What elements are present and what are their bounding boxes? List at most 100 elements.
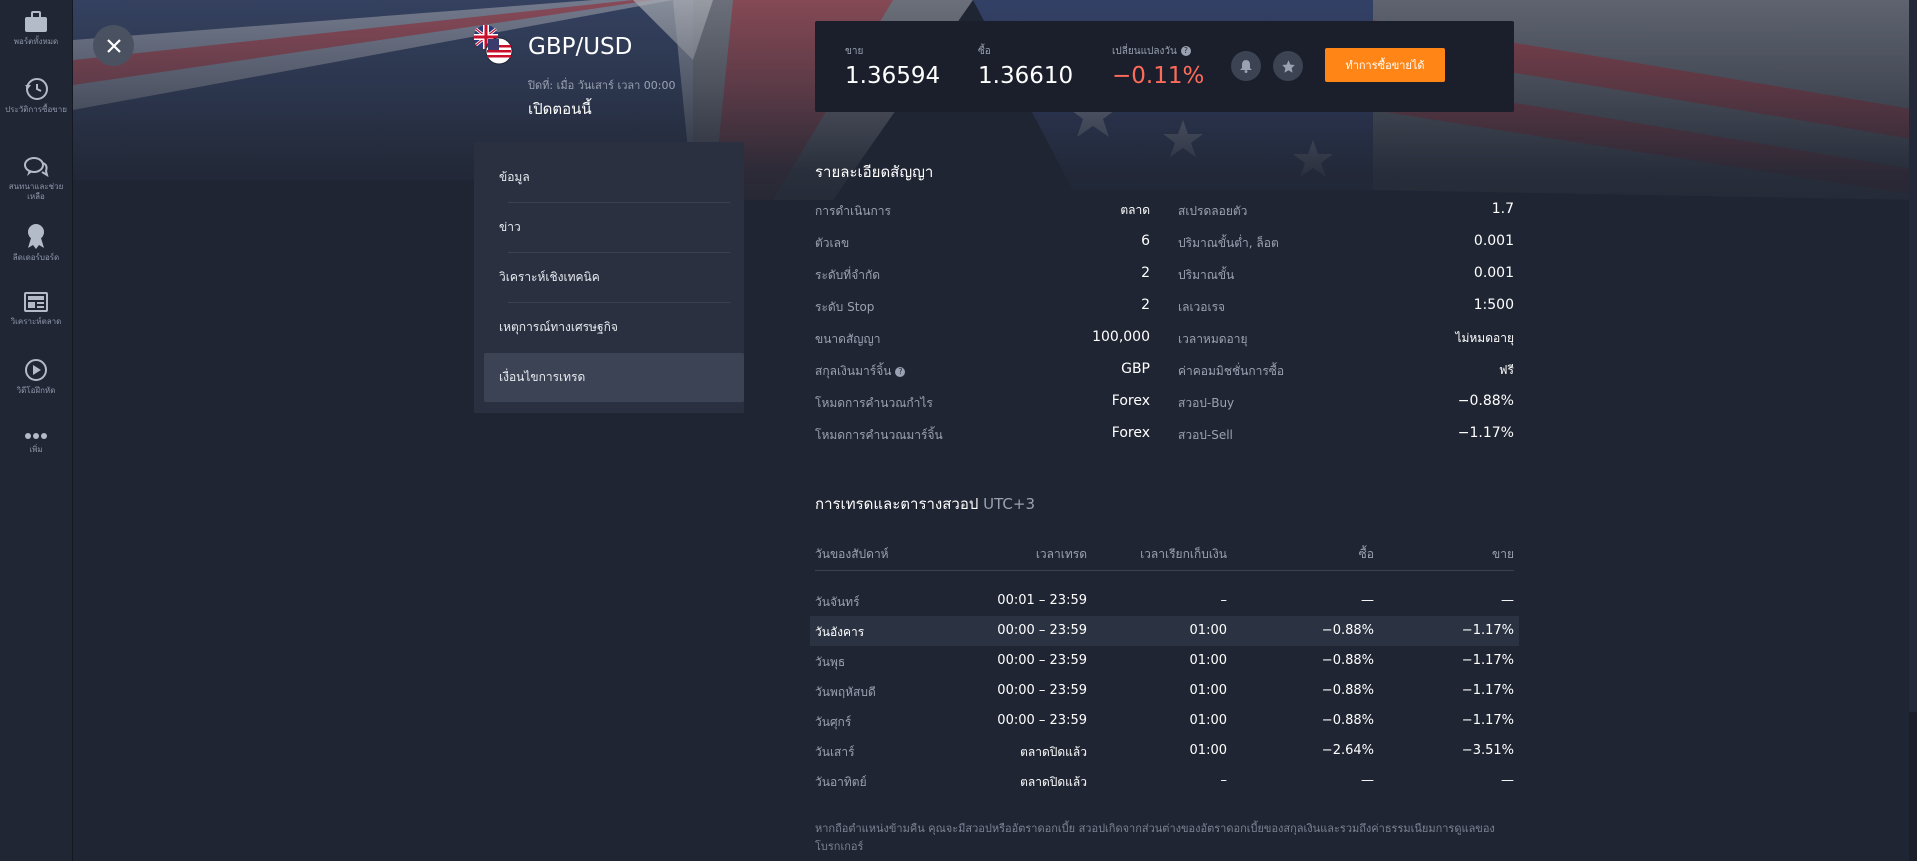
award-icon bbox=[28, 224, 44, 249]
day-cell: วันพฤหัสบดี bbox=[815, 685, 876, 699]
help-icon[interactable]: ? bbox=[1180, 46, 1191, 56]
chat-icon bbox=[24, 157, 49, 178]
quote-panel: ขาย 1.36594 ซื้อ 1.36610 เปลี่ยนแปลงวัน?… bbox=[815, 21, 1514, 112]
sidebar-item-label: ลีดเดอร์บอร์ด bbox=[12, 253, 60, 262]
scrollbar[interactable] bbox=[1909, 0, 1917, 861]
play-icon bbox=[25, 359, 47, 381]
sidebar-item-leaderboard[interactable]: ลีดเดอร์บอร์ด bbox=[0, 222, 72, 263]
charge-time-cell: 01:00 bbox=[1189, 653, 1227, 668]
sidebar-item-chat[interactable]: สนทนาและช่วยเหลือ bbox=[0, 155, 72, 202]
menu-item-technical-analysis[interactable]: วิเคราะห์เชิงเทคนิค bbox=[484, 253, 730, 302]
detail-value: 2 bbox=[1141, 265, 1150, 281]
column-header: เวลาเทรด bbox=[1035, 547, 1087, 561]
more-icon bbox=[25, 433, 47, 439]
scrollbar-thumb[interactable] bbox=[1909, 0, 1917, 712]
detail-label: ตัวเลข bbox=[815, 236, 850, 250]
menu-item-label: เหตุการณ์ทางเศรษฐกิจ bbox=[499, 320, 618, 334]
detail-label: สวอป-Buy bbox=[1178, 396, 1235, 410]
sell-swap-cell: −1.17% bbox=[1461, 683, 1514, 698]
column-header: วันของสัปดาห์ bbox=[815, 547, 889, 561]
trading-hours-cell: ตลาดปิดแล้ว bbox=[1020, 775, 1087, 789]
detail-value: 2 bbox=[1141, 297, 1150, 313]
charge-time-cell: – bbox=[1220, 773, 1228, 788]
table-row: วันศุกร์ 00:00 – 23:59 01:00 −0.88% −1.1… bbox=[810, 706, 1519, 736]
menu-item-label: วิเคราะห์เชิงเทคนิค bbox=[499, 270, 600, 284]
help-icon[interactable]: ? bbox=[895, 366, 906, 377]
bell-icon bbox=[1240, 60, 1252, 73]
day-cell: วันพุธ bbox=[815, 655, 846, 669]
detail-label: เวลาหมดอายุ bbox=[1178, 332, 1248, 346]
sidebar-item-tutorials[interactable]: วิดีโอฝึกหัด bbox=[0, 357, 72, 396]
sidebar-item-history[interactable]: ประวัติการซื้อขาย bbox=[0, 76, 72, 115]
sidebar-item-portfolio[interactable]: พอร์ตทั้งหมด bbox=[0, 10, 72, 47]
day-cell: วันจันทร์ bbox=[815, 595, 860, 609]
instrument-info-menu: ข้อมูล ข่าว วิเคราะห์เชิงเทคนิค เหตุการณ… bbox=[474, 142, 744, 413]
detail-value: −0.88% bbox=[1457, 393, 1514, 409]
close-icon bbox=[106, 38, 121, 53]
detail-value: 6 bbox=[1141, 233, 1150, 249]
buy-swap-cell: −0.88% bbox=[1321, 683, 1374, 698]
detail-value: 100,000 bbox=[1092, 329, 1150, 345]
trading-hours-cell: 00:00 – 23:59 bbox=[997, 653, 1087, 668]
menu-item-economic-events[interactable]: เหตุการณ์ทางเศรษฐกิจ bbox=[484, 303, 730, 352]
sidebar-item-label: ประวัติการซื้อขาย bbox=[5, 105, 67, 114]
detail-value: ฟรี bbox=[1499, 363, 1514, 377]
price-alert-button[interactable] bbox=[1231, 51, 1261, 81]
table-row: วันอาทิตย์ ตลาดปิดแล้ว – — — bbox=[810, 766, 1519, 796]
schedule-title: การเทรดและตารางสวอป UTC+3 bbox=[815, 492, 1035, 516]
detail-label: สกุลเงินมาร์จิ้น? bbox=[815, 362, 906, 381]
column-header: เวลาเรียกเก็บเงิน bbox=[1140, 547, 1227, 561]
currency-pair-flags-icon bbox=[474, 25, 513, 65]
detail-label: ขนาดสัญญา bbox=[815, 332, 881, 346]
detail-value: 1:500 bbox=[1473, 297, 1514, 313]
detail-label: ปริมาณขั้น bbox=[1178, 268, 1235, 282]
detail-value: ไม่หมดอายุ bbox=[1455, 331, 1514, 345]
left-sidebar: พอร์ตทั้งหมด ประวัติการซื้อขาย สนทนาและช… bbox=[0, 0, 73, 861]
detail-label: ระดับ Stop bbox=[815, 300, 875, 314]
buy-swap-cell: −0.88% bbox=[1321, 653, 1374, 668]
favorite-button[interactable] bbox=[1273, 51, 1303, 81]
day-cell: วันอังคาร bbox=[815, 625, 865, 639]
sidebar-item-more[interactable]: เพิ่ม bbox=[0, 430, 72, 455]
column-header: ขาย bbox=[1492, 547, 1514, 561]
buy-label: ซื้อ bbox=[978, 46, 991, 57]
divider bbox=[815, 570, 1514, 571]
detail-label: สเปรดลอยตัว bbox=[1178, 204, 1248, 218]
charge-time-cell: – bbox=[1220, 593, 1228, 608]
instrument-name: GBP/USD bbox=[528, 34, 633, 60]
detail-label: สวอป-Sell bbox=[1178, 428, 1233, 442]
sidebar-item-label: วิเคราะห์ตลาด bbox=[10, 317, 62, 326]
day-cell: วันเสาร์ bbox=[815, 745, 855, 759]
buy-swap-cell: −0.88% bbox=[1321, 623, 1374, 638]
detail-label: เลเวอเรจ bbox=[1178, 300, 1226, 314]
history-icon bbox=[25, 78, 48, 100]
table-row: วันพุธ 00:00 – 23:59 01:00 −0.88% −1.17% bbox=[810, 646, 1519, 676]
sell-swap-cell: — bbox=[1501, 773, 1514, 788]
detail-label-text: สกุลเงินมาร์จิ้น bbox=[815, 364, 892, 378]
menu-item-news[interactable]: ข่าว bbox=[484, 203, 730, 252]
detail-label: โหมดการคำนวณมาร์จิ้น bbox=[815, 428, 943, 442]
trading-hours-cell: ตลาดปิดแล้ว bbox=[1020, 745, 1087, 759]
detail-value: Forex bbox=[1111, 393, 1150, 409]
close-button[interactable] bbox=[93, 25, 134, 66]
detail-label: การดำเนินการ bbox=[815, 204, 891, 218]
sell-swap-cell: −1.17% bbox=[1461, 623, 1514, 638]
menu-item-label: เงื่อนไขการเทรด bbox=[499, 370, 586, 384]
detail-value: 0.001 bbox=[1473, 265, 1514, 281]
daily-change-label: เปลี่ยนแปลงวัน? bbox=[1112, 44, 1191, 59]
menu-item-label: ข่าว bbox=[499, 220, 521, 234]
sidebar-item-label: พอร์ตทั้งหมด bbox=[13, 37, 59, 46]
menu-item-info[interactable]: ข้อมูล bbox=[484, 153, 730, 202]
sidebar-item-market-analysis[interactable]: วิเคราะห์ตลาด bbox=[0, 290, 72, 327]
buy-swap-cell: −2.64% bbox=[1321, 743, 1374, 758]
menu-item-trading-conditions[interactable]: เงื่อนไขการเทรด bbox=[484, 353, 744, 402]
table-row: วันจันทร์ 00:01 – 23:59 – — — bbox=[810, 586, 1519, 616]
buy-price: 1.36610 bbox=[978, 63, 1074, 89]
trade-button[interactable]: ทำการซื้อขายได้ bbox=[1325, 48, 1445, 82]
detail-value: Forex bbox=[1111, 425, 1150, 441]
table-row: วันอังคาร 00:00 – 23:59 01:00 −0.88% −1.… bbox=[810, 616, 1519, 646]
detail-value: −1.17% bbox=[1457, 425, 1514, 441]
sidebar-item-label: สนทนาและช่วยเหลือ bbox=[8, 182, 64, 201]
detail-value: 1.7 bbox=[1491, 201, 1514, 217]
swap-footnote: หากถือตำแหน่งข้ามคืน คุณจะมีสวอปหรืออัตร… bbox=[815, 822, 1495, 853]
